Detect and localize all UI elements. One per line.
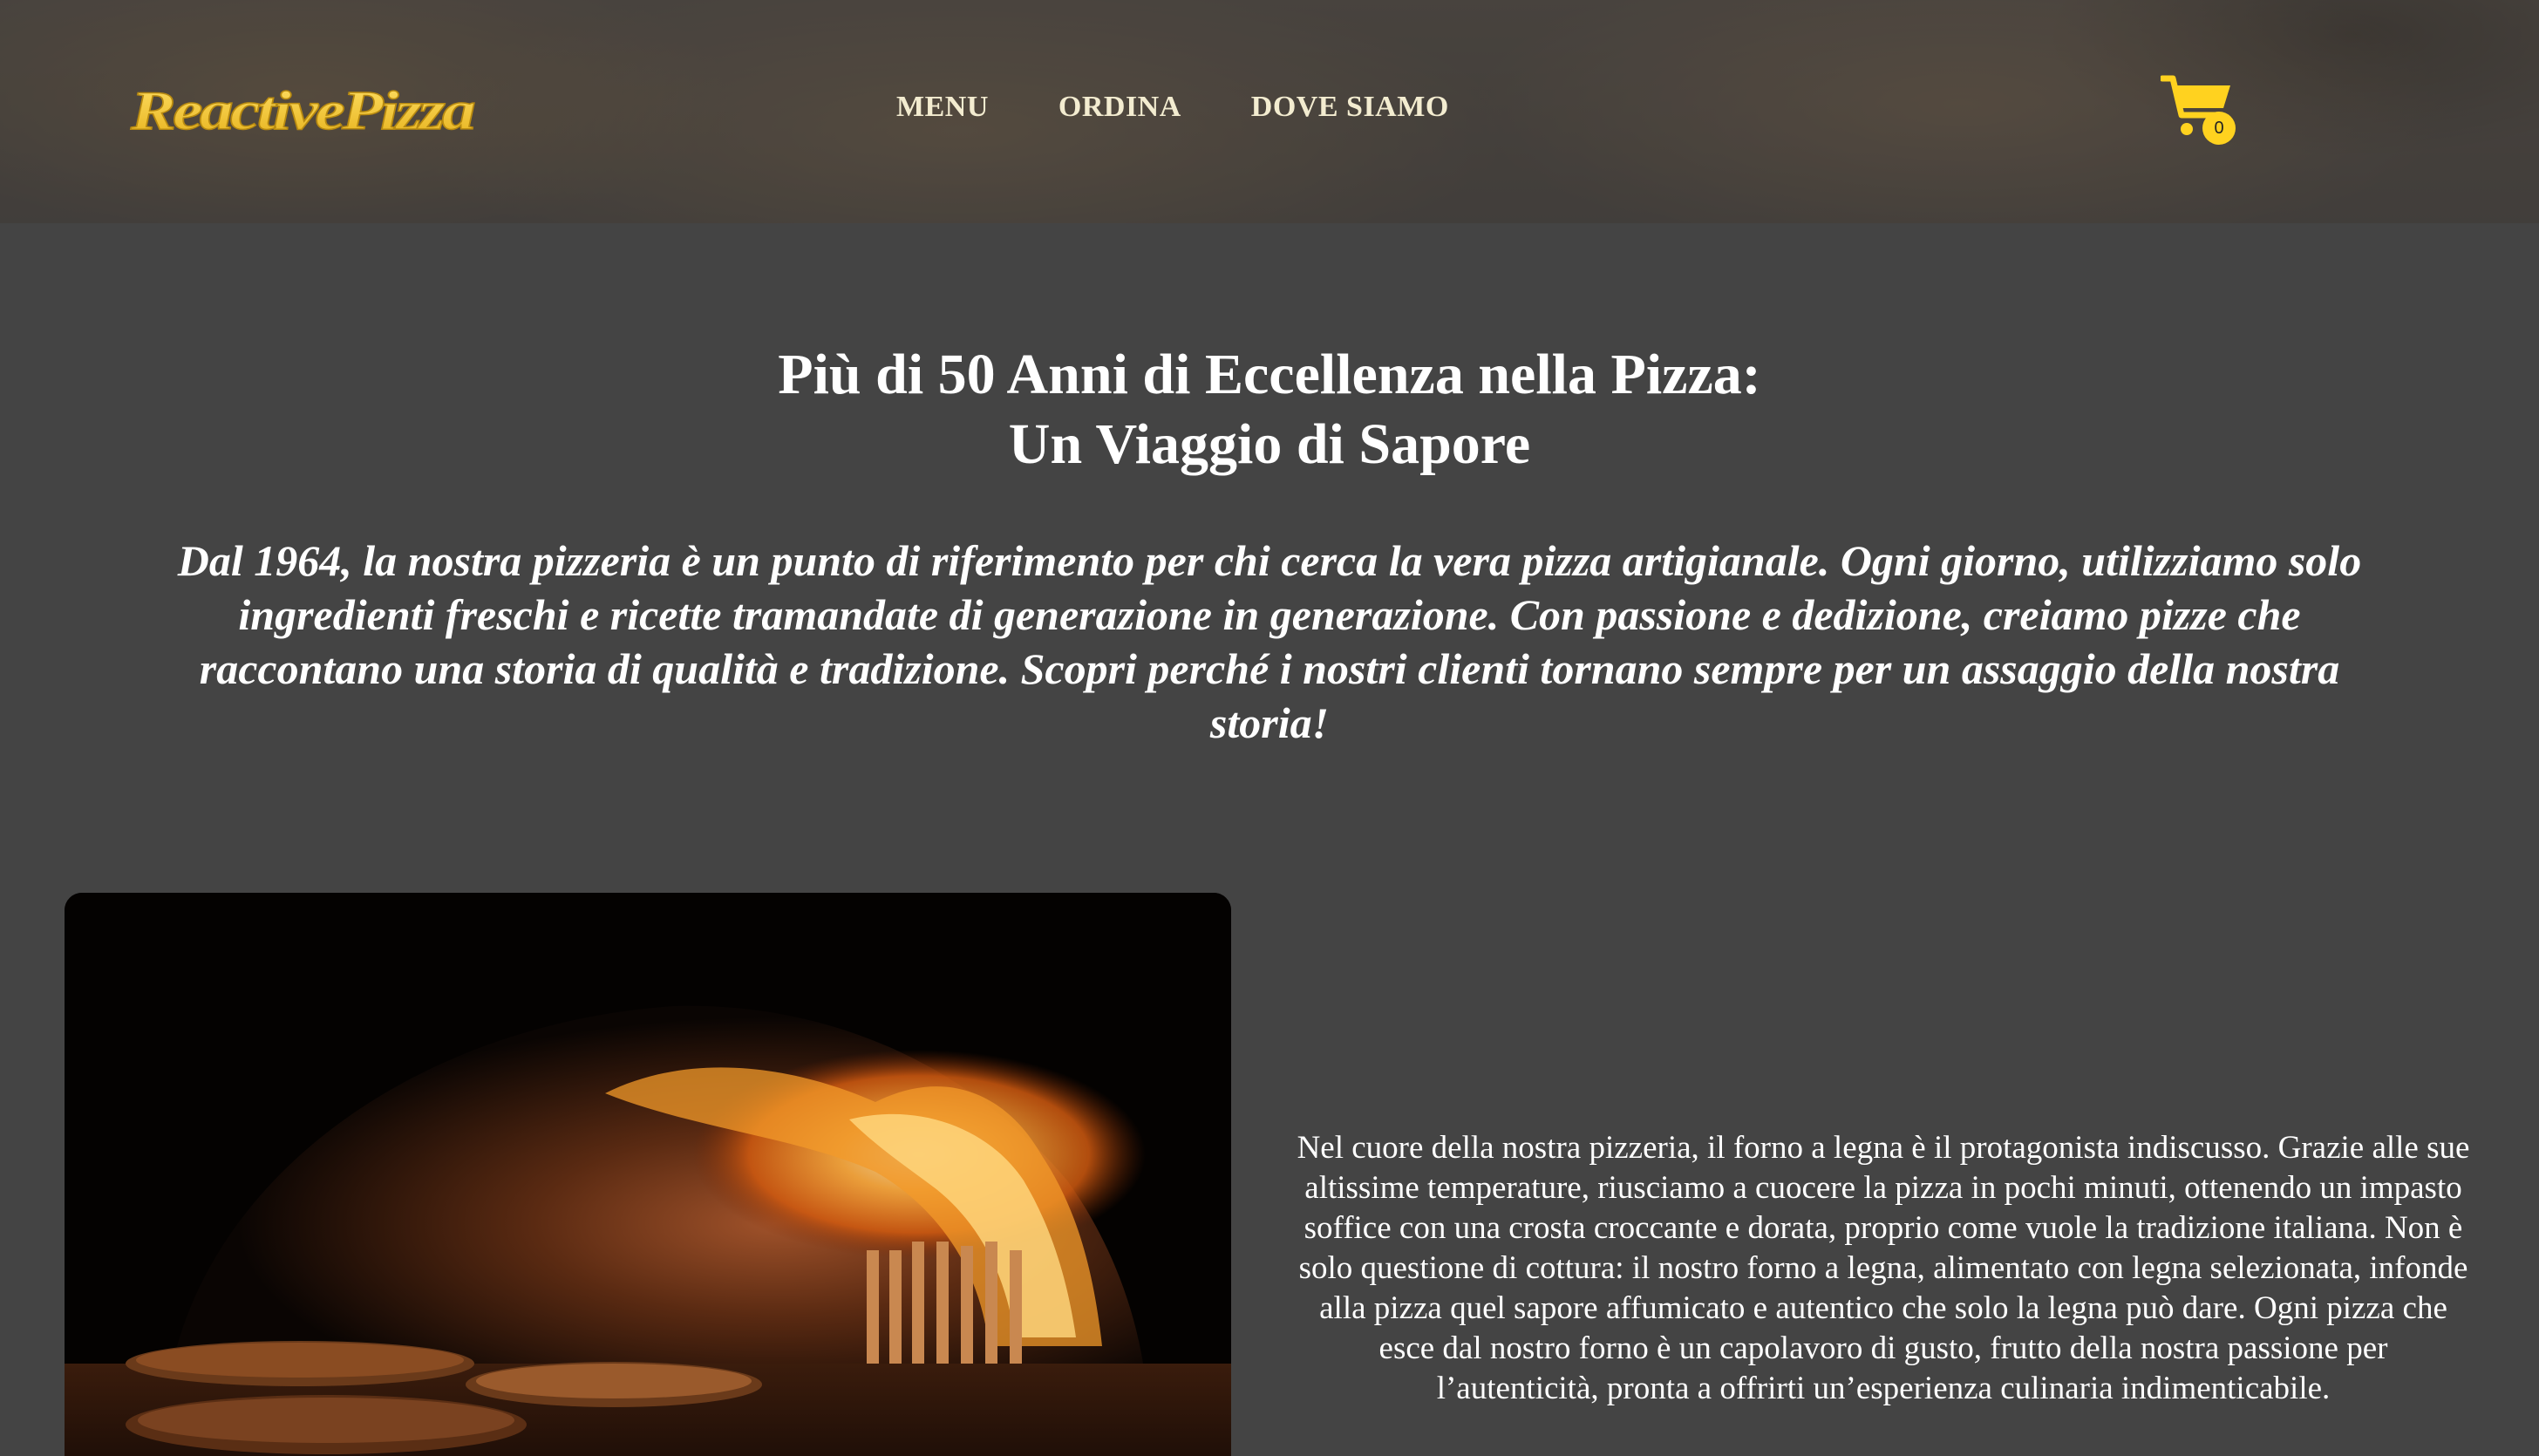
- title-line-1: Più di 50 Anni di Eccellenza nella Pizza…: [778, 343, 1761, 406]
- oven-description: Nel cuore della nostra pizzeria, il forn…: [1297, 1130, 2470, 1406]
- logo-text: ReactivePizza: [130, 79, 475, 141]
- logo[interactable]: ReactivePizza: [127, 70, 476, 150]
- page: ReactivePizza MENU ORDINA DOVE SIAMO 0 P…: [0, 0, 2539, 1456]
- nav-menu[interactable]: MENU: [896, 91, 989, 124]
- intro-paragraph: Dal 1964, la nostra pizzeria è un punto …: [177, 536, 2362, 747]
- main-nav: MENU ORDINA DOVE SIAMO: [896, 91, 1449, 124]
- cart-button[interactable]: 0: [2159, 73, 2243, 150]
- header: ReactivePizza MENU ORDINA DOVE SIAMO 0: [0, 0, 2539, 223]
- page-title: Più di 50 Anni di Eccellenza nella Pizza…: [0, 340, 2539, 480]
- logo-graphic: ReactivePizza: [129, 78, 476, 142]
- nav-dove-siamo[interactable]: DOVE SIAMO: [1251, 91, 1449, 124]
- nav-ordina[interactable]: ORDINA: [1058, 91, 1181, 124]
- title-line-2: Un Viaggio di Sapore: [1008, 412, 1531, 476]
- wood-oven-illustration: [65, 893, 1231, 1456]
- cart-count-badge: 0: [2202, 112, 2236, 145]
- wood-oven-image: [65, 893, 1231, 1456]
